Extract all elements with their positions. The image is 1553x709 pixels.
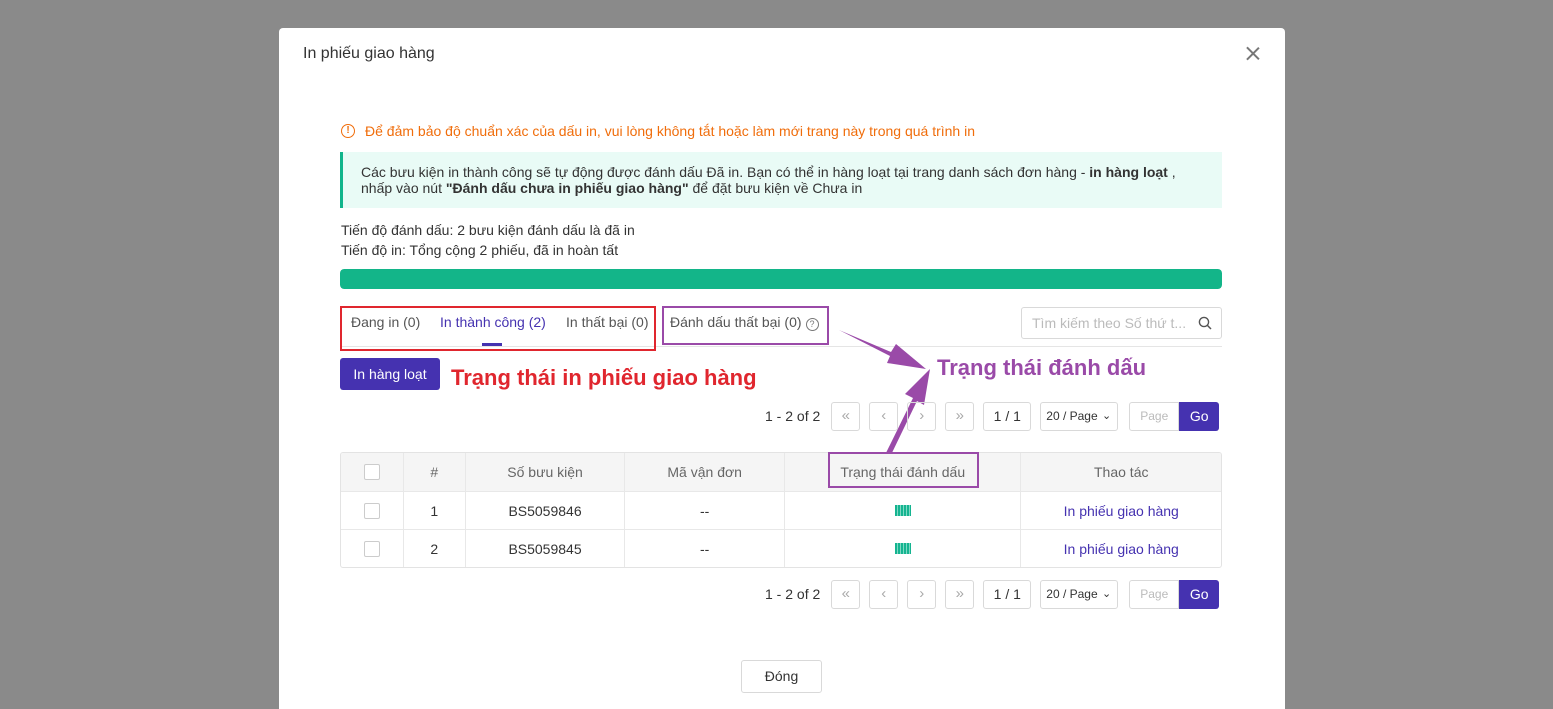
parcel-table: # Số bưu kiện Mã vận đơn Trạng thái đánh… [340, 452, 1222, 568]
page-indicator: 1 / 1 [983, 579, 1032, 609]
page-input[interactable]: Page [1129, 401, 1180, 431]
table-row: 2 BS5059845 -- In phiếu giao hàng [341, 529, 1221, 567]
page-size-select[interactable]: 20 / Page ⌄ [1040, 579, 1119, 609]
warning-icon: ! [341, 124, 355, 138]
header-tracking-number: Mã vận đơn [624, 453, 784, 491]
row-actions: In phiếu giao hàng [1020, 492, 1221, 529]
page-size-value: 20 / Page [1046, 586, 1098, 601]
first-page-icon[interactable]: « [831, 579, 861, 609]
row-parcel-number: BS5059845 [464, 530, 625, 567]
pagination-range: 1 - 2 of 2 [765, 408, 821, 424]
chevron-down-icon: ⌄ [1102, 409, 1112, 422]
progress-bar [340, 269, 1222, 289]
annotation-box-print-status [340, 306, 656, 351]
prev-page-icon[interactable]: ‹ [869, 401, 899, 431]
page-input[interactable]: Page [1129, 579, 1180, 609]
dialog-title: In phiếu giao hàng [303, 45, 435, 62]
info-bold-1: in hàng loạt [1089, 164, 1168, 180]
next-page-icon[interactable]: › [907, 401, 937, 431]
search-input[interactable]: Tìm kiếm theo Số thứ t... [1021, 307, 1222, 339]
printed-mark-icon [894, 543, 911, 554]
row-tracking-number: -- [624, 492, 784, 529]
annotation-print-status: Trạng thái in phiếu giao hàng [451, 365, 757, 390]
search-placeholder: Tìm kiếm theo Số thứ t... [1032, 315, 1187, 331]
last-page-icon[interactable]: » [945, 401, 975, 431]
printed-mark-icon [894, 505, 911, 516]
pagination-top: 1 - 2 of 2 « ‹ › » 1 / 1 20 / Page ⌄ Page… [765, 401, 1220, 431]
print-delivery-dialog: In phiếu giao hàng ! Để đảm bảo độ chuẩn… [279, 28, 1285, 709]
page-size-select[interactable]: 20 / Page ⌄ [1040, 401, 1119, 431]
print-delivery-link[interactable]: In phiếu giao hàng [1064, 503, 1179, 519]
print-progress: Tiến độ in: Tổng cộng 2 phiếu, đã in hoà… [341, 242, 619, 258]
prev-page-icon[interactable]: ‹ [869, 579, 899, 609]
chevron-down-icon: ⌄ [1102, 587, 1112, 600]
warning-text: Để đảm bảo độ chuẩn xác của dấu in, vui … [365, 123, 975, 139]
pagination-bottom: 1 - 2 of 2 « ‹ › » 1 / 1 20 / Page ⌄ Page… [765, 579, 1220, 609]
first-page-icon[interactable]: « [831, 401, 861, 431]
last-page-icon[interactable]: » [945, 579, 975, 609]
row-checkbox[interactable] [363, 502, 380, 519]
annotation-box-mark-status-column [828, 452, 979, 488]
page-size-value: 20 / Page [1046, 408, 1098, 423]
select-all-checkbox[interactable] [363, 464, 380, 480]
info-text-3: để đặt bưu kiện về Chưa in [688, 180, 863, 196]
row-index: 2 [402, 530, 465, 567]
header-select-all [341, 453, 403, 491]
progress-text: Tiến độ đánh dấu: 2 bưu kiện đánh dấu là… [341, 220, 635, 260]
pagination-range: 1 - 2 of 2 [765, 586, 821, 602]
row-mark-status [784, 530, 1020, 567]
row-parcel-number: BS5059846 [464, 492, 625, 529]
header-parcel-number: Số bưu kiện [464, 453, 625, 491]
close-button[interactable]: Đóng [741, 660, 822, 693]
next-page-icon[interactable]: › [907, 579, 937, 609]
row-select [341, 492, 403, 529]
info-text-1: Các bưu kiện in thành công sẽ tự động đư… [361, 164, 1090, 180]
info-notice: Các bưu kiện in thành công sẽ tự động đư… [340, 152, 1222, 208]
row-select [341, 530, 403, 567]
table-header: # Số bưu kiện Mã vận đơn Trạng thái đánh… [341, 453, 1221, 491]
go-button[interactable]: Go [1179, 401, 1220, 431]
search-icon[interactable] [1198, 316, 1212, 330]
go-button[interactable]: Go [1179, 579, 1220, 609]
row-mark-status [784, 492, 1020, 529]
row-index: 1 [402, 492, 465, 529]
mark-progress: Tiến độ đánh dấu: 2 bưu kiện đánh dấu là… [341, 222, 635, 238]
header-index: # [402, 453, 465, 491]
bulk-print-button[interactable]: In hàng loạt [340, 358, 440, 390]
row-actions: In phiếu giao hàng [1020, 530, 1221, 567]
warning-message: ! Để đảm bảo độ chuẩn xác của dấu in, vu… [341, 123, 975, 139]
annotation-mark-status: Trạng thái đánh dấu [937, 355, 1147, 380]
row-checkbox[interactable] [363, 540, 380, 557]
info-bold-2: "Đánh dấu chưa in phiếu giao hàng" [445, 180, 689, 196]
close-icon[interactable] [1243, 44, 1263, 64]
print-delivery-link[interactable]: In phiếu giao hàng [1064, 541, 1179, 557]
row-tracking-number: -- [624, 530, 784, 567]
arrow-to-mark-failed-tab [839, 330, 926, 369]
annotation-box-mark-failed [662, 306, 829, 345]
table-row: 1 BS5059846 -- In phiếu giao hàng [341, 491, 1221, 529]
progress-fill [340, 269, 1222, 289]
page-indicator: 1 / 1 [983, 401, 1032, 431]
header-actions: Thao tác [1020, 453, 1221, 491]
